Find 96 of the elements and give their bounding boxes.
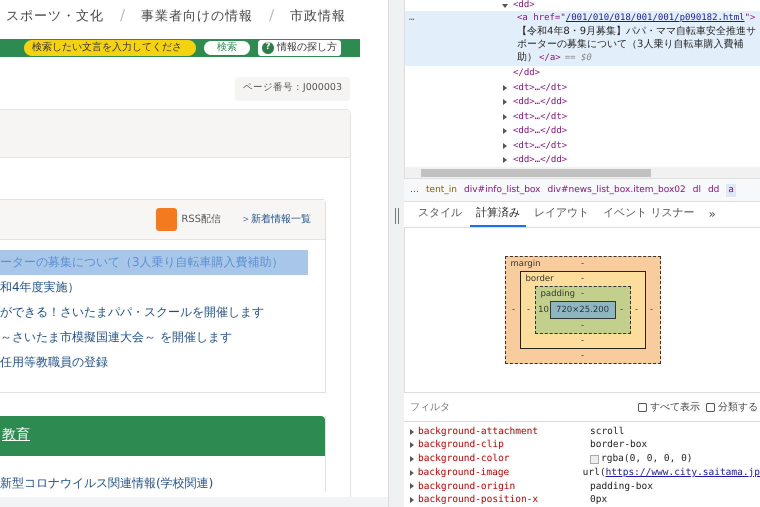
breadcrumb[interactable]: tent_in bbox=[426, 184, 458, 198]
checkbox[interactable] bbox=[706, 402, 715, 412]
property-name: background-image bbox=[418, 466, 510, 480]
element-tag[interactable]: <dd> bbox=[513, 0, 535, 13]
nav-link[interactable]: 事業者向けの情報 bbox=[141, 7, 254, 27]
element-tag[interactable]: <dd>…</dd> bbox=[513, 124, 568, 138]
box-value: - bbox=[510, 304, 516, 316]
panel-tab[interactable]: 計算済み bbox=[470, 202, 526, 227]
rss-icon[interactable] bbox=[156, 208, 178, 231]
rss-link[interactable]: RSS配信 bbox=[181, 212, 221, 227]
element-tag[interactable]: </dd> bbox=[513, 66, 540, 80]
property-value: 0px bbox=[590, 493, 608, 507]
gutter-dots: … bbox=[408, 12, 416, 25]
scrollbar-thumb[interactable] bbox=[421, 168, 651, 177]
box-value: - bbox=[526, 304, 532, 316]
box-label: margin bbox=[510, 258, 540, 270]
news-link[interactable]: ～さいたま市模擬国連大会～ を開催します bbox=[0, 324, 308, 350]
news-link[interactable]: ができる！さいたまパパ・スクールを開催します bbox=[0, 300, 308, 325]
element-tag[interactable]: <dd>…</dd> bbox=[513, 95, 568, 110]
box-value: - bbox=[634, 304, 640, 316]
horizontal-scrollbar[interactable] bbox=[404, 166, 760, 178]
collapsed-triangle-icon[interactable] bbox=[502, 99, 508, 106]
nav-separator: / bbox=[269, 5, 274, 26]
box-value: - bbox=[648, 304, 654, 316]
expand-triangle-icon[interactable] bbox=[409, 470, 415, 476]
property-value: padding-box bbox=[590, 480, 653, 494]
box-value: - bbox=[580, 320, 584, 332]
box-label: padding bbox=[540, 288, 576, 300]
panel-tab[interactable]: スタイル bbox=[412, 202, 468, 227]
property-name: background-clip bbox=[418, 438, 505, 452]
expand-triangle-icon[interactable] bbox=[409, 442, 415, 448]
help-button[interactable]: ? 情報の探し方 bbox=[258, 40, 341, 56]
box-value: 10 bbox=[538, 304, 550, 316]
breadcrumb[interactable]: dl bbox=[692, 184, 701, 198]
checkbox-label: 分類する bbox=[718, 400, 758, 415]
expand-triangle-icon[interactable] bbox=[409, 497, 415, 504]
news-link[interactable]: 和4年度実施） bbox=[0, 274, 308, 300]
breadcrumb[interactable]: div#news_list_box.item_box02 bbox=[547, 184, 686, 198]
more-tabs-button[interactable]: » bbox=[702, 202, 722, 227]
href-link[interactable]: /001/010/018/001/001/p090182.html bbox=[566, 13, 745, 23]
breadcrumb[interactable]: div#info_list_box bbox=[464, 184, 540, 198]
collapsed-triangle-icon[interactable] bbox=[502, 114, 508, 120]
box-value: - bbox=[618, 304, 624, 316]
element-tag[interactable]: <dt>…</dt> bbox=[513, 80, 568, 95]
box-label: border bbox=[526, 272, 554, 286]
news-link[interactable]: 任用等教職員の登録 bbox=[0, 350, 308, 375]
help-icon: ? bbox=[262, 42, 274, 54]
tag-open: <a href=" bbox=[517, 13, 566, 23]
element-tag[interactable]: <dt>…</dt> bbox=[513, 138, 568, 153]
property-name: background-color bbox=[418, 452, 511, 466]
collapsed-triangle-icon[interactable] bbox=[502, 128, 508, 134]
nav-separator: / bbox=[120, 5, 126, 26]
search-button[interactable]: 検索 bbox=[204, 40, 250, 55]
property-value: border-box bbox=[590, 438, 648, 452]
filter-field[interactable]: フィルタ bbox=[410, 400, 632, 415]
property-value: rgba(0, 0, 0, 0) bbox=[601, 452, 693, 466]
box-value: - bbox=[580, 350, 584, 362]
property-name: background-position-x bbox=[418, 493, 540, 507]
content-box: 720×25.200 bbox=[550, 300, 616, 319]
section-link[interactable]: 新型コロナウイルス関連情報(学校関連) bbox=[0, 474, 325, 492]
page-number: ページ番号：J000003 bbox=[234, 76, 350, 101]
box-value: - bbox=[580, 258, 584, 270]
url-link[interactable]: https://www.city.saitama.jp bbox=[606, 466, 760, 480]
expand-triangle-icon[interactable] bbox=[409, 428, 415, 435]
breadcrumb[interactable]: … bbox=[410, 184, 419, 198]
panel-tab[interactable]: イベント リスナー bbox=[597, 202, 700, 227]
news-list-link[interactable]: ＞新着情報一覧 bbox=[241, 212, 311, 227]
drag-handle-icon[interactable] bbox=[394, 208, 398, 224]
element-tag[interactable]: <dd>…</dd> bbox=[513, 153, 568, 167]
box-value: - bbox=[580, 272, 584, 286]
box-value: - bbox=[580, 334, 584, 348]
property-name: background-origin bbox=[418, 480, 516, 494]
checkbox[interactable] bbox=[638, 402, 647, 412]
element-tag[interactable]: <dt>…</dt> bbox=[513, 110, 568, 124]
search-field[interactable]: 検索したい文言を入力してくださ bbox=[24, 40, 196, 56]
color-swatch-icon[interactable] bbox=[590, 454, 599, 464]
property-name: background-attachment bbox=[418, 424, 540, 438]
expanded-triangle-icon[interactable] bbox=[502, 2, 508, 8]
property-value: url( bbox=[582, 466, 606, 480]
expand-triangle-icon[interactable] bbox=[409, 456, 415, 462]
panel-tab[interactable]: レイアウト bbox=[528, 202, 595, 227]
node-text: 【令和4年8・9月募集】パパ・ママ自転車安全推進サポーターの募集について（3人乗り自転車購入費補助） </a> == $0 bbox=[517, 25, 757, 65]
box-value: - bbox=[580, 288, 584, 300]
section-title[interactable]: 教育 bbox=[2, 425, 30, 446]
tag-close: "> bbox=[744, 13, 756, 23]
collapsed-triangle-icon[interactable] bbox=[502, 157, 508, 164]
collapsed-triangle-icon[interactable] bbox=[502, 84, 508, 91]
breadcrumb[interactable]: dd bbox=[708, 184, 720, 198]
expand-triangle-icon[interactable] bbox=[409, 483, 415, 490]
breadcrumb[interactable]: a bbox=[726, 184, 736, 198]
collapsed-triangle-icon[interactable] bbox=[502, 142, 508, 149]
nav-link[interactable]: スポーツ・文化 bbox=[6, 7, 104, 27]
nav-link[interactable]: 市政情報 bbox=[290, 7, 346, 27]
selected-node-row[interactable]: … <a href="/001/010/018/001/001/p090182.html"> 【令和4年8・9月募集】パパ・ママ自転車安全推進サポーターの募集について（3人乗り自転車購入費補助） </a> == $0 bbox=[405, 11, 760, 66]
checkbox-label: すべて表示 bbox=[650, 400, 700, 415]
property-value: scroll bbox=[590, 424, 624, 438]
